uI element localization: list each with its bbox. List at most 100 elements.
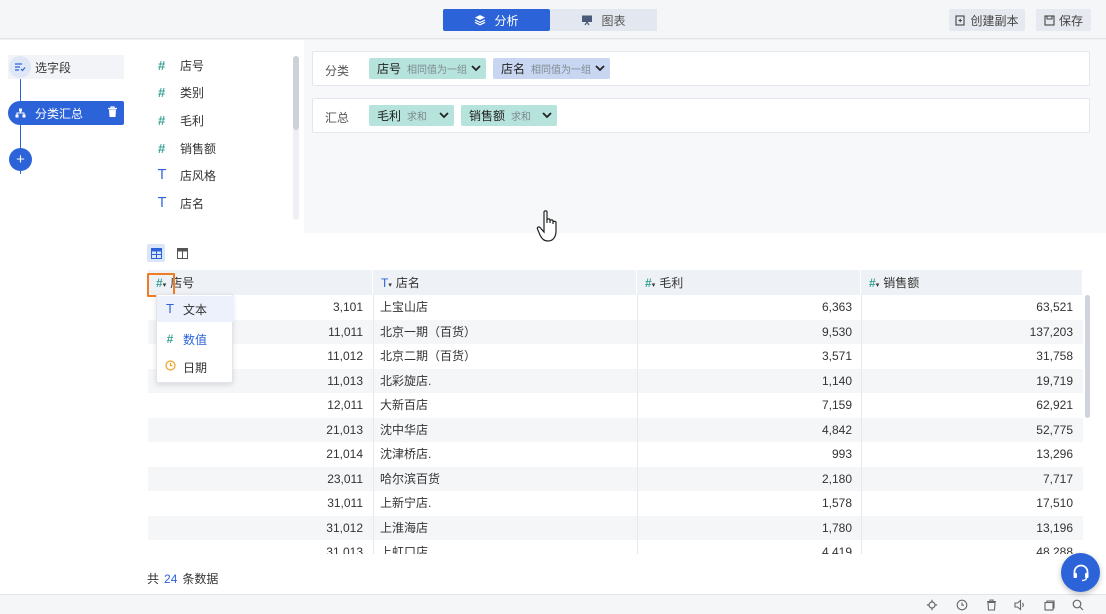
cell-store-id: 31,012 (326, 520, 363, 535)
tab-analysis[interactable]: 分析 (443, 9, 550, 31)
table-row[interactable]: 31,012 上淮海店 1,780 13,196 (148, 515, 1083, 540)
cell-profit: 7,159 (821, 398, 852, 412)
create-copy-label: 创建副本 (970, 13, 1019, 28)
field-item[interactable]: # 销售额 (158, 138, 216, 158)
table-row[interactable]: 11,013 北彩旋店. 1,140 19,719 (148, 368, 1083, 393)
step-select-fields-label: 选字段 (35, 60, 72, 75)
trash-icon[interactable] (107, 106, 118, 118)
hand-cursor-icon (536, 210, 557, 242)
window-icon[interactable] (1042, 598, 1056, 612)
chip-field-name: 店号 (377, 62, 402, 76)
menu-item-label: 数值 (183, 332, 208, 347)
menu-item-text[interactable]: T 文本 (157, 296, 234, 322)
cell-profit: 9,530 (821, 324, 852, 339)
grid-view-button[interactable] (173, 244, 191, 262)
plus-icon: + (16, 151, 25, 168)
field-item[interactable]: T 店风格 (158, 165, 216, 185)
table-scrollbar[interactable] (1085, 295, 1090, 418)
help-chat-button[interactable] (1061, 553, 1100, 592)
chip-setting: 相同值为一组 (407, 65, 468, 76)
column-header-sales[interactable]: #▾ 销售额 (861, 270, 1083, 295)
summary-chip[interactable]: 销售额 求和 (461, 105, 557, 126)
cell-store-name: 上新宁店. (380, 496, 432, 510)
save-icon (1044, 14, 1055, 26)
cell-sales: 13,196 (1036, 520, 1073, 535)
cell-store-name: 沈中华店 (380, 422, 429, 437)
text-type-icon: T (166, 302, 174, 316)
gear-icon[interactable] (925, 598, 939, 612)
field-item[interactable]: # 毛利 (158, 110, 204, 130)
table-row[interactable]: 11,011 北京一期（百货） 9,530 137,203 (148, 319, 1083, 344)
headset-icon (1073, 564, 1088, 581)
column-header-store-name[interactable]: T▾ 店名 (373, 270, 637, 295)
number-type-icon: # (158, 112, 166, 128)
table-view-button[interactable] (147, 244, 165, 262)
table-row[interactable]: 11,012 北京二期（百货） 3,571 31,758 (148, 344, 1083, 369)
save-button[interactable]: 保存 (1036, 9, 1091, 31)
chevron-down-icon[interactable] (470, 62, 482, 74)
trash-icon[interactable] (984, 598, 998, 612)
text-type-icon[interactable]: T▾ (381, 276, 392, 290)
copy-icon (955, 14, 966, 26)
cell-store-name: 北京一期（百货） (380, 324, 477, 339)
summary-chip[interactable]: 毛利 求和 (369, 105, 454, 126)
table-row[interactable]: 12,011 大新百店 7,159 62,921 (148, 393, 1083, 418)
scroll-thumb[interactable] (293, 56, 299, 130)
cell-profit: 1,140 (821, 373, 852, 388)
chevron-down-icon[interactable] (438, 109, 450, 121)
table-view-icon (150, 247, 162, 259)
main-panel: # 店号 # 类别 # 毛利 # 销售额 T 店风格 T 店名 分类 店号 相同值为一组 店… (136, 40, 1106, 594)
group-chip[interactable]: 店号 相同值为一组 (369, 58, 486, 79)
chip-field-name: 店名 (501, 62, 526, 76)
cell-profit: 3,571 (821, 349, 852, 363)
cell-store-name: 大新百店 (380, 398, 429, 412)
create-copy-button[interactable]: 创建副本 (949, 9, 1025, 31)
number-type-icon[interactable]: #▾ (869, 276, 879, 290)
menu-item-label: 文本 (183, 302, 208, 317)
group-chip[interactable]: 店名 相同值为一组 (493, 58, 610, 79)
volume-icon[interactable] (1013, 598, 1027, 612)
cell-sales: 19,719 (1036, 373, 1073, 388)
cell-store-id: 21,013 (326, 422, 363, 437)
field-list-scrollbar[interactable] (293, 56, 299, 220)
table-row[interactable]: 31,013 上虹口店 4,419 48,288 (148, 540, 1083, 554)
step-select-fields[interactable]: 选字段 (8, 55, 124, 79)
history-icon[interactable] (955, 598, 969, 612)
table-row[interactable]: 21,013 沈中华店 4,842 52,775 (148, 417, 1083, 442)
table-row[interactable]: 21,014 沈津桥店. 993 13,296 (148, 442, 1083, 467)
column-header-profit[interactable]: #▾ 毛利 (637, 270, 861, 295)
chip-field-name: 销售额 (469, 109, 506, 123)
menu-item-date[interactable]: 日期 (157, 354, 234, 380)
table-row[interactable]: 23,011 哈尔滨百货 2,180 7,717 (148, 466, 1083, 491)
step-group-summary[interactable]: 分类汇总 (8, 101, 124, 125)
tab-chart[interactable]: 图表 (550, 9, 657, 31)
text-type-icon: T (158, 167, 166, 183)
cell-sales: 63,521 (1036, 300, 1073, 314)
field-item[interactable]: # 类别 (158, 82, 204, 102)
cell-sales: 17,510 (1036, 496, 1073, 510)
number-type-icon[interactable]: #▾ (645, 276, 655, 290)
data-table: #▾ 店号 T▾ 店名 #▾ 毛利 #▾ 销售额 3,101 上宝山店 6,363 6… (148, 270, 1083, 554)
cell-profit: 2,180 (821, 471, 852, 486)
group-by-label: 分类 (325, 64, 350, 78)
search-icon[interactable] (1071, 598, 1085, 612)
field-item[interactable]: T 店名 (158, 193, 204, 213)
field-item[interactable]: # 店号 (158, 55, 204, 75)
table-row[interactable]: 3,101 上宝山店 6,363 63,521 (148, 295, 1083, 320)
chart-board-icon (582, 15, 593, 26)
field-name: 店号 (180, 58, 205, 73)
menu-item-number[interactable]: # 数值 (157, 326, 234, 352)
cell-sales: 31,758 (1036, 349, 1073, 363)
cell-store-name: 上宝山店 (380, 300, 429, 314)
column-divider (861, 295, 862, 554)
hierarchy-icon (9, 102, 31, 124)
field-list: # 店号 # 类别 # 毛利 # 销售额 T 店风格 T 店名 (136, 50, 296, 220)
cell-store-name: 上淮海店 (380, 520, 429, 535)
row-count: 共 24 条数据 (147, 570, 218, 587)
table-row[interactable]: 31,011 上新宁店. 1,578 17,510 (148, 491, 1083, 516)
add-step-button[interactable]: + (9, 148, 32, 171)
column-header-store-id[interactable]: #▾ 店号 (148, 270, 373, 295)
chevron-down-icon[interactable] (594, 62, 606, 74)
chevron-down-icon[interactable] (541, 109, 553, 121)
cell-profit: 993 (831, 447, 852, 461)
